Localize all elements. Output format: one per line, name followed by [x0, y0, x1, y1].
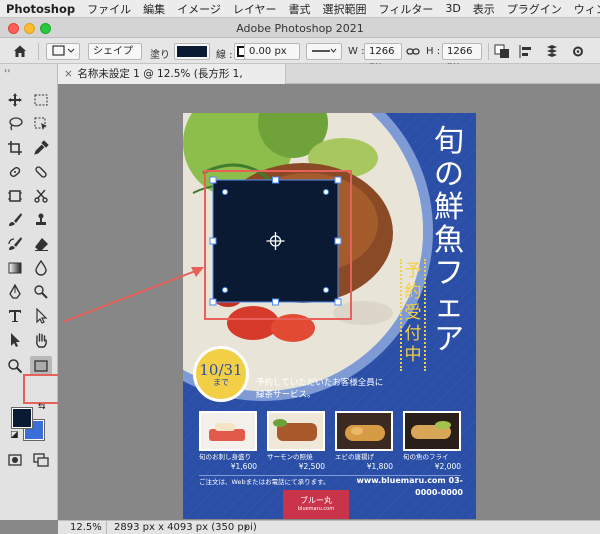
rectangle-tool-icon [52, 45, 75, 56]
screen-mode-icon[interactable] [30, 450, 52, 470]
zoom-level[interactable]: 12.5% [70, 521, 102, 534]
blur-icon[interactable] [30, 258, 52, 278]
menu-select[interactable]: 選択範囲 [317, 1, 373, 17]
order-note: ご注文は、Webまたはお電話にて承ります。 [199, 478, 330, 486]
eyedropper-icon[interactable] [30, 138, 52, 158]
marquee-icon[interactable] [30, 90, 52, 110]
healing-brush-icon[interactable] [4, 162, 26, 182]
fill-swatch[interactable] [174, 43, 210, 60]
window-title: Adobe Photoshop 2021 [236, 22, 364, 35]
tool-highlight-box [23, 374, 61, 404]
shape-mode-select[interactable]: シェイプ ⌄ [88, 43, 142, 72]
document-tab[interactable]: × 名称未設定 1 @ 12.5% (長方形 1, CMYK/8) * [58, 64, 286, 100]
link-icon[interactable] [406, 45, 420, 61]
height-label: H : [426, 46, 441, 57]
brand-logo: ブルー丸 bluemaru.com [283, 490, 349, 519]
width-label: W : [348, 46, 365, 57]
collapse-panel-icon[interactable]: ‹‹ [4, 66, 10, 75]
menu-item-photo [267, 411, 325, 451]
lasso-icon[interactable] [4, 114, 26, 134]
menu-item: 旬の魚のフライ ¥2,000 [403, 411, 461, 471]
default-colors-icon[interactable]: ◪ [10, 430, 19, 440]
menu-item-photo [199, 411, 257, 451]
dodge-icon[interactable] [30, 282, 52, 302]
fill-label: 塗り : [150, 50, 177, 61]
menu-3d[interactable]: 3D [439, 2, 466, 15]
reservation-badge: 予 約 受 付 中 [400, 259, 426, 371]
gradient-icon[interactable] [4, 258, 26, 278]
menu-type[interactable]: 書式 [283, 1, 317, 17]
rectangle-tool-icon[interactable] [30, 356, 52, 376]
deadline-suffix: まで [213, 377, 229, 387]
path-arrangement-icon[interactable] [544, 44, 560, 62]
path-select-icon[interactable] [30, 306, 52, 326]
menu-bar: Photoshop ファイル 編集 イメージ レイヤー 書式 選択範囲 フィルタ… [0, 0, 600, 18]
document-tabs: × 名称未設定 1 @ 12.5% (長方形 1, CMYK/8) * [58, 64, 600, 100]
poster-description: 予約していただいたお客様全員に 緑茶サービス。 [256, 378, 384, 400]
status-menu-arrow[interactable]: › [244, 521, 248, 534]
menu-window[interactable]: ウィン [568, 1, 600, 17]
stroke-line-icon [312, 48, 337, 53]
quick-mask-icon[interactable] [4, 450, 26, 470]
pen-icon[interactable] [4, 282, 26, 302]
menu-item: サーモンの照焼 ¥2,500 [267, 411, 325, 471]
title-bar: Adobe Photoshop 2021 [0, 18, 600, 38]
document-info: 2893 px x 4093 px (350 ppi) [114, 522, 257, 533]
stroke-label: 線 : [216, 50, 233, 61]
home-icon[interactable] [12, 43, 28, 62]
deadline-date: 10/31 [199, 360, 243, 379]
type-icon[interactable] [4, 306, 26, 326]
width-input[interactable]: 1266 px [364, 43, 402, 72]
history-brush-icon[interactable] [4, 234, 26, 254]
bandage-icon[interactable] [30, 162, 52, 182]
annotation-arrow [62, 267, 204, 323]
poster-heading: 旬 の 鮮 魚 フ ェ ア [434, 124, 464, 357]
crop-icon[interactable] [4, 138, 26, 158]
menu-layer[interactable]: レイヤー [227, 1, 283, 17]
stroke-type-select[interactable] [306, 43, 342, 60]
swap-colors-icon[interactable]: ⇆ [38, 402, 46, 412]
stamp-icon[interactable] [30, 210, 52, 230]
menu-app-name[interactable]: Photoshop [0, 2, 81, 16]
menu-items: 旬のお刺し身盛り ¥1,600 サーモンの照焼 ¥2,500 エビの唐揚げ ¥1… [199, 411, 461, 471]
object-select-icon[interactable] [30, 114, 52, 134]
menu-item: 旬のお刺し身盛り ¥1,600 [199, 411, 257, 471]
menu-view[interactable]: 表示 [467, 1, 501, 17]
menu-plugins[interactable]: プラグイン [501, 1, 568, 17]
crosshair-icon [266, 232, 285, 250]
menu-edit[interactable]: 編集 [137, 1, 171, 17]
path-alignment-icon[interactable] [518, 44, 534, 62]
menu-item-photo [403, 411, 461, 451]
menu-item-photo [335, 411, 393, 451]
foreground-color-swatch[interactable] [11, 407, 33, 429]
stroke-width-input[interactable]: 0.00 px ⌄ [244, 43, 300, 72]
scissors-icon[interactable] [30, 186, 52, 206]
menu-item: エビの唐揚げ ¥1,800 [335, 411, 393, 471]
deadline-badge: 10/31 まで [193, 346, 249, 402]
status-bar: 12.5% 2893 px x 4093 px (350 ppi) › [58, 520, 600, 534]
close-tab-icon[interactable]: × [64, 64, 74, 84]
menu-filter[interactable]: フィルター [373, 1, 440, 17]
options-bar: シェイプ ⌄ 塗り : 線 : 0.00 px ⌄ W : 1266 px H … [0, 38, 600, 72]
settings-gear-icon[interactable] [570, 44, 586, 62]
direct-select-icon[interactable] [4, 330, 26, 350]
zoom-icon[interactable] [4, 356, 26, 376]
menu-file[interactable]: ファイル [81, 1, 137, 17]
contact-info: www.bluemaru.com 03-0000-0000 [356, 476, 463, 497]
canvas-area[interactable]: 旬 の 鮮 魚 フ ェ ア 予 約 受 付 中 10/31 まで 予約していただ… [58, 84, 600, 520]
move-icon[interactable] [4, 90, 26, 110]
hand-icon[interactable] [30, 330, 52, 350]
menu-image[interactable]: イメージ [171, 1, 227, 17]
frame-icon[interactable] [4, 186, 26, 206]
tool-preset-picker[interactable] [46, 43, 80, 60]
path-operations-icon[interactable] [494, 44, 510, 62]
height-input[interactable]: 1266 px [442, 43, 482, 72]
shape-mode-value: シェイプ [93, 46, 133, 57]
eraser-icon[interactable] [30, 234, 52, 254]
tools-panel: ‹‹ ⇆ ◪ [0, 64, 61, 520]
brush-icon[interactable] [4, 210, 26, 230]
